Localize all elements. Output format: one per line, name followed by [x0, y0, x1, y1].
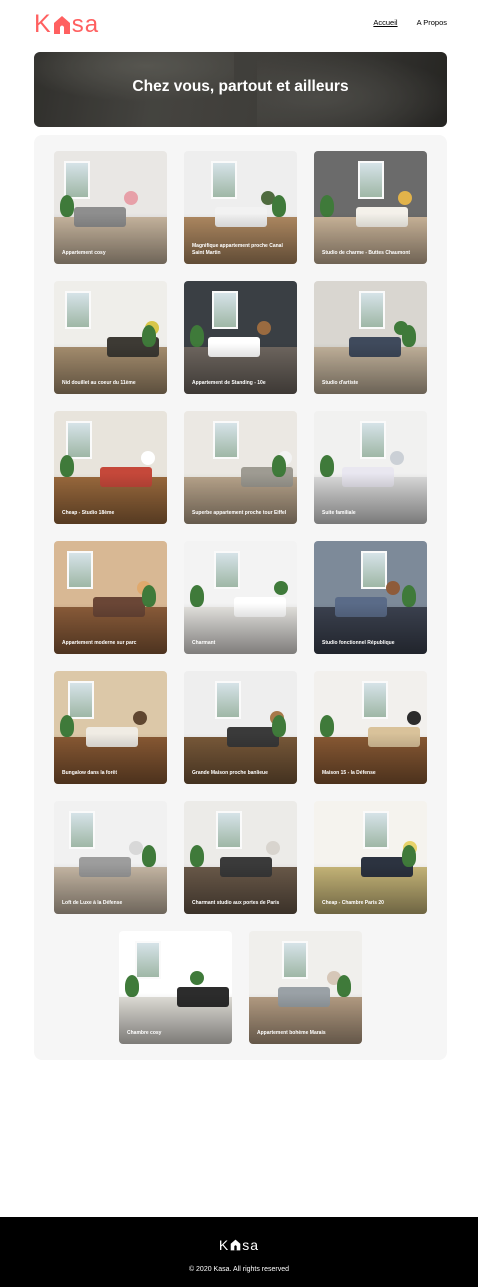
photo-gradient — [184, 411, 297, 524]
photo-gradient — [54, 411, 167, 524]
photo-gradient — [54, 671, 167, 784]
listing-title: Grande Maison proche banlieue — [192, 770, 268, 776]
photo-gradient — [314, 411, 427, 524]
listing-title: Maison 15 - la Défense — [322, 770, 376, 776]
listing-card[interactable]: Nid douillet au coeur du 11ème — [54, 281, 167, 394]
listing-card[interactable]: Bungalow dans la forêt — [54, 671, 167, 784]
listing-card[interactable]: Charmant — [184, 541, 297, 654]
listing-title: Superbe appartement proche tour Eiffel — [192, 510, 287, 516]
photo-gradient — [54, 801, 167, 914]
photo-gradient — [314, 671, 427, 784]
listing-card[interactable]: Suite familiale — [314, 411, 427, 524]
listing-card[interactable]: Chambre cosy — [119, 931, 232, 1044]
header: K sa Accueil A Propos — [34, 10, 447, 40]
photo-gradient — [119, 931, 232, 1044]
footer: K sa © 2020 Kasa. All rights reserved — [0, 1217, 478, 1287]
listing-card[interactable]: Appartement de Standing - 10e — [184, 281, 297, 394]
listing-title: Chambre cosy — [127, 1030, 162, 1036]
hero-banner: Chez vous, partout et ailleurs — [34, 52, 447, 127]
nav-accueil[interactable]: Accueil — [373, 18, 397, 27]
listing-card[interactable]: Studio de charme - Buttes Chaumont — [314, 151, 427, 264]
listing-card[interactable]: Cheap - Chambre Paris 20 — [314, 801, 427, 914]
listing-card[interactable]: Cheap - Studio 18ème — [54, 411, 167, 524]
listing-title: Cheap - Chambre Paris 20 — [322, 900, 384, 906]
listing-title: Loft de Luxe à la Défense — [62, 900, 123, 906]
listing-title: Appartement moderne sur parc — [62, 640, 137, 646]
listing-title: Charmant — [192, 640, 216, 646]
photo-gradient — [249, 931, 362, 1044]
listing-card[interactable]: Grande Maison proche banlieue — [184, 671, 297, 784]
listing-card[interactable]: Maison 15 - la Défense — [314, 671, 427, 784]
footer-logo-sa: sa — [242, 1237, 260, 1253]
listing-card[interactable]: Studio d'artiste — [314, 281, 427, 394]
listing-title: Cheap - Studio 18ème — [62, 510, 115, 516]
photo-gradient — [184, 671, 297, 784]
listing-card[interactable]: Appartement moderne sur parc — [54, 541, 167, 654]
listing-card[interactable]: Superbe appartement proche tour Eiffel — [184, 411, 297, 524]
listing-title: Studio d'artiste — [322, 380, 359, 386]
listing-card[interactable]: Studio fonctionnel République — [314, 541, 427, 654]
listing-title: Suite familiale — [322, 510, 356, 516]
copyright-text: © 2020 Kasa. All rights reserved — [188, 1266, 290, 1273]
listing-title: Bungalow dans la forêt — [62, 770, 118, 776]
footer-house-icon — [230, 1239, 241, 1251]
photo-gradient — [314, 281, 427, 394]
footer-logo: K sa — [0, 1237, 478, 1253]
listing-card[interactable]: Appartement bohème Marais — [249, 931, 362, 1044]
listing-title: Charmant studio aux portes de Paris — [192, 900, 280, 906]
photo-gradient — [184, 801, 297, 914]
listing-title: Studio de charme - Buttes Chaumont — [322, 250, 411, 256]
listing-title: Appartement cosy — [62, 250, 106, 256]
photo-gradient — [184, 541, 297, 654]
listing-title: Appartement bohème Marais — [257, 1030, 326, 1036]
listing-title: Nid douillet au coeur du 11ème — [62, 380, 136, 386]
listing-card[interactable]: Loft de Luxe à la Défense — [54, 801, 167, 914]
logo-letter-k: K — [34, 10, 52, 38]
listing-card[interactable]: Appartement cosy — [54, 151, 167, 264]
photo-gradient — [314, 541, 427, 654]
photo-gradient — [54, 281, 167, 394]
kasa-logo[interactable]: K sa — [34, 10, 99, 39]
listing-card[interactable]: Charmant studio aux portes de Paris — [184, 801, 297, 914]
listing-title: Studio fonctionnel République — [322, 640, 395, 646]
logo-letters-sa: sa — [71, 10, 100, 38]
hero-title: Chez vous, partout et ailleurs — [132, 78, 349, 95]
photo-gradient — [54, 541, 167, 654]
listings-gallery: Appartement cosy Magnifique appartement p… — [34, 135, 447, 1060]
main-nav: Accueil A Propos — [373, 18, 447, 27]
listing-title: Magnifique appartement proche Canal Sain… — [192, 243, 283, 256]
listing-title: Appartement de Standing - 10e — [192, 380, 266, 386]
photo-gradient — [54, 151, 167, 264]
nav-a-propos[interactable]: A Propos — [417, 18, 447, 27]
photo-gradient — [314, 151, 427, 264]
footer-logo-k: K — [218, 1237, 230, 1253]
listing-card[interactable]: Magnifique appartement proche Canal Sain… — [184, 151, 297, 264]
photo-gradient — [314, 801, 427, 914]
house-icon — [53, 15, 70, 34]
photo-gradient — [184, 281, 297, 394]
